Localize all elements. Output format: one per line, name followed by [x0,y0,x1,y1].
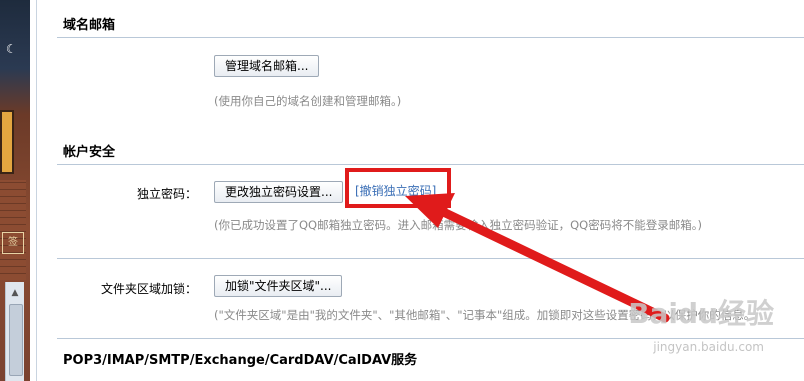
left-scrollbar[interactable]: ▲ [5,282,24,381]
brick-decoration [0,180,26,280]
left-background-strip: ☾ 签 ▲ [0,0,30,381]
section-divider [57,37,804,38]
baidu-watermark-url: jingyan.baidu.com [653,340,764,354]
change-independent-password-button[interactable]: 更改独立密码设置... [214,181,344,203]
section-title-pop3-services: POP3/IMAP/SMTP/Exchange/CardDAV/CalDAV服务 [63,353,418,368]
baidu-watermark: Baidu经验 [628,297,774,330]
scrollbar-thumb[interactable] [9,304,23,376]
scroll-up-arrow-icon[interactable]: ▲ [6,288,24,298]
row-divider [57,258,804,259]
domain-mail-hint: (使用你自己的域名创建和管理邮箱。) [214,94,402,108]
moon-icon: ☾ [6,42,17,56]
window-decoration [0,110,14,174]
folder-lock-label: 文件夹区域加锁： [100,282,197,296]
sign-decoration: 签 [2,232,24,254]
annotation-highlight-box [345,168,451,208]
section-divider [57,338,804,339]
independent-password-hint: (你已成功设置了QQ邮箱独立密码。进入邮箱需要输入独立密码验证，QQ密码将不能登… [214,218,702,232]
section-title-account-security: 帐户安全 [63,145,116,160]
lock-folder-area-button[interactable]: 加锁"文件夹区域"... [214,275,343,297]
section-divider [57,164,804,165]
manage-domain-mail-button[interactable]: 管理域名邮箱... [214,55,320,77]
independent-password-label: 独立密码： [136,187,197,201]
section-title-domain-mail: 域名邮箱 [63,18,116,33]
